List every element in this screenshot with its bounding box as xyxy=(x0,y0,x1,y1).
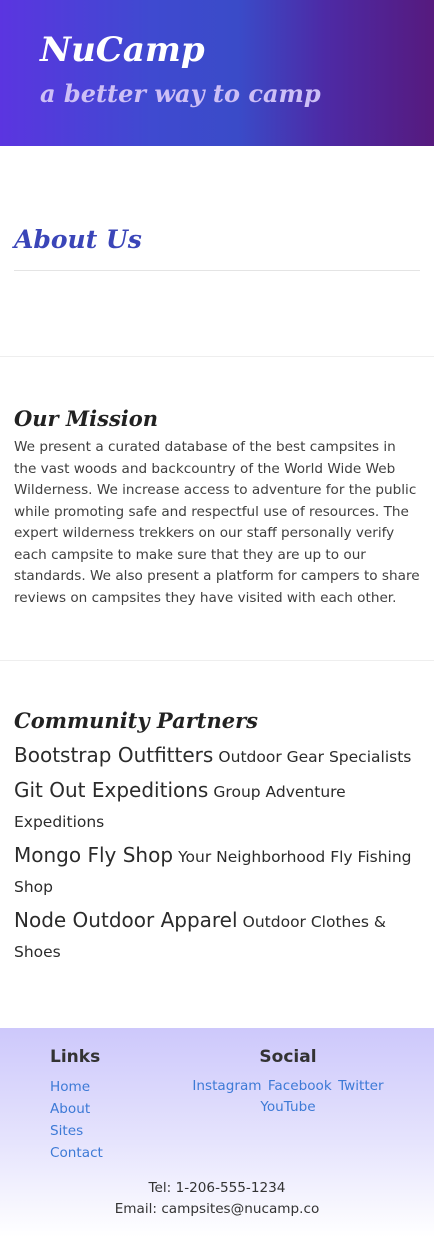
footer-link-about[interactable]: About xyxy=(50,1098,103,1120)
partners-heading: Community Partners xyxy=(14,708,259,733)
footer-link-list: Home About Sites Contact xyxy=(50,1076,103,1164)
contact-email[interactable]: Email: campsites@nucamp.co xyxy=(0,1199,434,1220)
partner-item: Mongo Fly Shop Your Neighborhood Fly Fis… xyxy=(14,841,420,902)
footer-link-home[interactable]: Home xyxy=(50,1076,103,1098)
partner-name: Bootstrap Outfitters xyxy=(14,743,214,767)
brand-tagline: a better way to camp xyxy=(40,79,321,108)
social-link-instagram[interactable]: Instagram xyxy=(192,1078,261,1094)
mission-heading: Our Mission xyxy=(14,406,159,431)
social-heading: Social xyxy=(259,1047,317,1067)
social-link-youtube[interactable]: YouTube xyxy=(260,1099,315,1115)
mission-text: We present a curated database of the bes… xyxy=(14,439,420,606)
social-link-facebook[interactable]: Facebook xyxy=(268,1078,332,1094)
footer-links: Links Home About Sites Contact xyxy=(50,1044,103,1164)
partner-name: Git Out Expeditions xyxy=(14,778,209,802)
footer-contact: Tel: 1-206-555-1234 Email: campsites@nuc… xyxy=(0,1178,434,1220)
partner-name: Node Outdoor Apparel xyxy=(14,908,238,932)
jumbotron-header: NuCamp a better way to camp xyxy=(0,0,434,146)
partner-name: Mongo Fly Shop xyxy=(14,843,174,867)
contact-phone[interactable]: Tel: 1-206-555-1234 xyxy=(0,1178,434,1199)
footer-link-sites[interactable]: Sites xyxy=(50,1120,103,1142)
partners-section: Community Partners Bootstrap Outfitters … xyxy=(0,661,434,967)
partner-description: Outdoor Gear Specialists xyxy=(218,748,412,766)
page-title: About Us xyxy=(14,225,142,254)
about-section: About Us xyxy=(0,146,434,271)
partner-item: Bootstrap Outfitters Outdoor Gear Specia… xyxy=(14,741,420,772)
links-heading: Links xyxy=(50,1047,101,1067)
footer-social: Social Instagram Facebook Twitter YouTub… xyxy=(190,1044,386,1118)
social-link-list: Instagram Facebook Twitter YouTube xyxy=(190,1076,386,1118)
social-link-twitter[interactable]: Twitter xyxy=(338,1078,384,1094)
mission-section: Our Mission We present a curated databas… xyxy=(0,357,434,609)
title-divider xyxy=(14,270,420,271)
footer-link-contact[interactable]: Contact xyxy=(50,1142,103,1164)
partner-item: Node Outdoor Apparel Outdoor Clothes & S… xyxy=(14,906,420,967)
partner-item: Git Out Expeditions Group Adventure Expe… xyxy=(14,776,420,837)
site-footer: Links Home About Sites Contact Social In… xyxy=(0,1028,434,1237)
brand-title: NuCamp xyxy=(40,30,205,70)
